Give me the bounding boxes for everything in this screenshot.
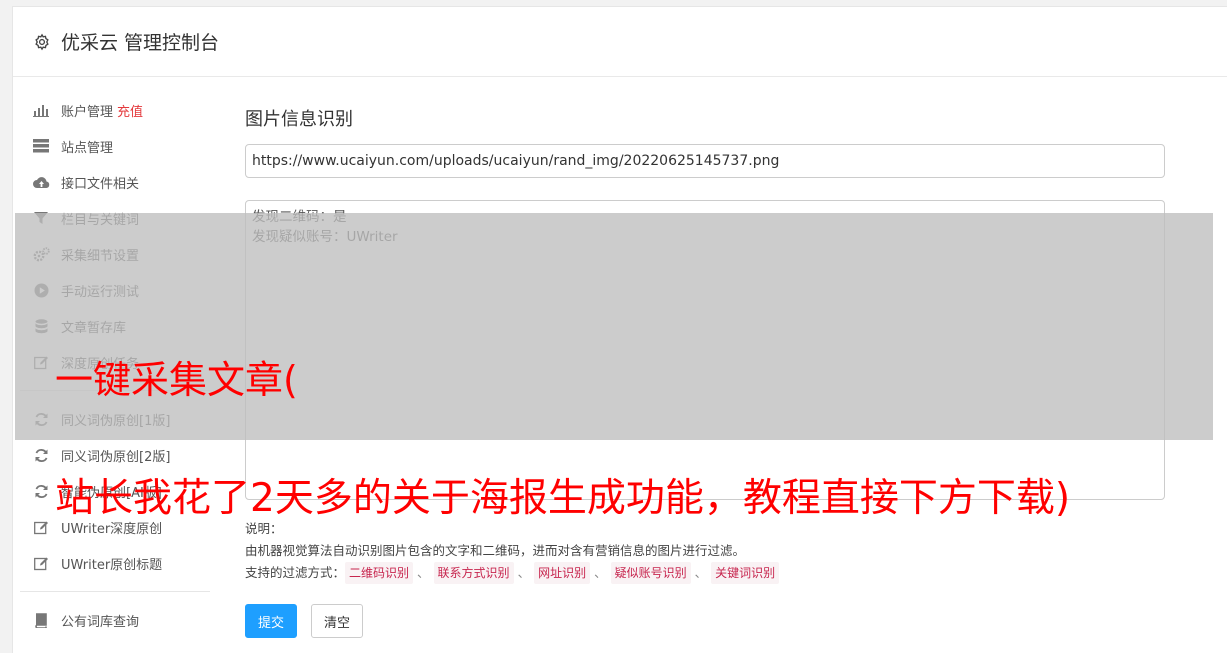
sidebar-item-public-lexicon[interactable]: 公有词库查询 bbox=[20, 602, 210, 638]
filter-methods: 支持的过滤方式： 二维码识别、 联系方式识别、 网址识别、 疑似账号识别、 关键… bbox=[245, 562, 1165, 584]
sidebar-item-synonym-v2[interactable]: 同义词伪原创[2版] bbox=[20, 437, 210, 473]
sidebar-item-label: 采集细节设置 bbox=[61, 248, 140, 264]
sidebar-item-label: 栏目与关键词 bbox=[61, 212, 140, 228]
filters-label: 支持的过滤方式： bbox=[245, 565, 346, 580]
bar-chart-icon bbox=[32, 101, 50, 119]
filter-tag: 二维码识别 bbox=[345, 562, 414, 584]
sidebar-item-uwriter-title[interactable]: UWriter原创标题 bbox=[20, 545, 210, 581]
page-header: 优采云 管理控制台 bbox=[13, 7, 1227, 77]
sidebar-item-label: 同义词伪原创[1版] bbox=[61, 413, 171, 429]
sidebar-item-sites[interactable]: 站点管理 bbox=[20, 128, 210, 164]
filter-tag: 网址识别 bbox=[534, 562, 591, 584]
edit-icon bbox=[32, 518, 50, 536]
clear-button[interactable]: 清空 bbox=[311, 604, 364, 638]
filter-separator: 、 bbox=[594, 565, 607, 580]
sidebar-divider bbox=[20, 591, 210, 592]
sidebar-item-account[interactable]: 账户管理 充值 bbox=[20, 92, 210, 128]
database-icon bbox=[32, 317, 50, 335]
filter-tag: 联系方式识别 bbox=[433, 562, 514, 584]
edit-icon bbox=[32, 554, 50, 572]
refresh-icon bbox=[32, 482, 50, 500]
sidebar-item-label: 文章暂存库 bbox=[61, 320, 127, 336]
watermark-line2: 站长我花了2天多的关于海报生成功能，教程直接下方下载) bbox=[55, 476, 1071, 521]
action-buttons: 提交 清空 bbox=[245, 604, 1165, 638]
sidebar-item-label: 同义词伪原创[2版] bbox=[61, 449, 171, 465]
filter-separator: 、 bbox=[694, 565, 708, 580]
sidebar-item-label: 公有词库查询 bbox=[61, 614, 140, 630]
sidebar-item-label: 账户管理 bbox=[61, 104, 114, 120]
gears-icon bbox=[32, 245, 50, 263]
sidebar-item-columns[interactable]: 栏目与关键词 bbox=[20, 200, 210, 236]
sidebar-item-label: 站点管理 bbox=[61, 140, 114, 156]
play-circle-icon bbox=[32, 281, 50, 299]
result-textarea[interactable]: 发现二维码：是 发现疑似账号：UWriter bbox=[245, 200, 1165, 500]
section-title: 图片信息识别 bbox=[245, 109, 353, 130]
description-text: 由机器视觉算法自动识别图片包含的文字和二维码，进而对含有营销信息的图片进行过滤。 bbox=[245, 543, 746, 558]
sidebar-item-article-store[interactable]: 文章暂存库 bbox=[20, 308, 210, 344]
filter-tag: 疑似账号识别 bbox=[610, 562, 691, 584]
description: 说明： 由机器视觉算法自动识别图片包含的文字和二维码，进而对含有营销信息的图片进… bbox=[245, 518, 1165, 562]
image-url-input[interactable] bbox=[245, 144, 1165, 178]
filter-icon bbox=[32, 209, 50, 227]
book-icon bbox=[32, 611, 50, 629]
filter-tag: 关键词识别 bbox=[711, 562, 780, 584]
submit-button[interactable]: 提交 bbox=[245, 604, 298, 638]
watermark-line1: 一键采集文章( bbox=[55, 358, 298, 402]
page-title: 优采云 管理控制台 bbox=[61, 32, 220, 54]
cloud-upload-icon bbox=[32, 173, 50, 191]
main-content: 图片信息识别 发现二维码：是 发现疑似账号：UWriter 说明： 由机器视觉算… bbox=[245, 92, 1165, 638]
description-label: 说明： bbox=[245, 521, 283, 536]
server-icon bbox=[32, 137, 50, 155]
filter-separator: 、 bbox=[417, 565, 430, 580]
edit-icon bbox=[32, 353, 50, 371]
sidebar-item-label: UWriter原创标题 bbox=[61, 557, 163, 573]
sidebar-item-manual-run[interactable]: 手动运行测试 bbox=[20, 272, 210, 308]
sidebar-item-collect-settings[interactable]: 采集细节设置 bbox=[20, 236, 210, 272]
filter-separator: 、 bbox=[517, 565, 531, 580]
refresh-icon bbox=[32, 410, 50, 428]
gear-icon bbox=[33, 33, 51, 51]
sidebar-item-label: 手动运行测试 bbox=[61, 284, 140, 300]
sidebar-item-synonym-v1[interactable]: 同义词伪原创[1版] bbox=[20, 401, 210, 437]
recharge-badge[interactable]: 充值 bbox=[117, 101, 143, 120]
sidebar-item-interface[interactable]: 接口文件相关 bbox=[20, 164, 210, 200]
refresh-icon bbox=[32, 446, 50, 464]
sidebar-item-label: 接口文件相关 bbox=[61, 176, 140, 192]
